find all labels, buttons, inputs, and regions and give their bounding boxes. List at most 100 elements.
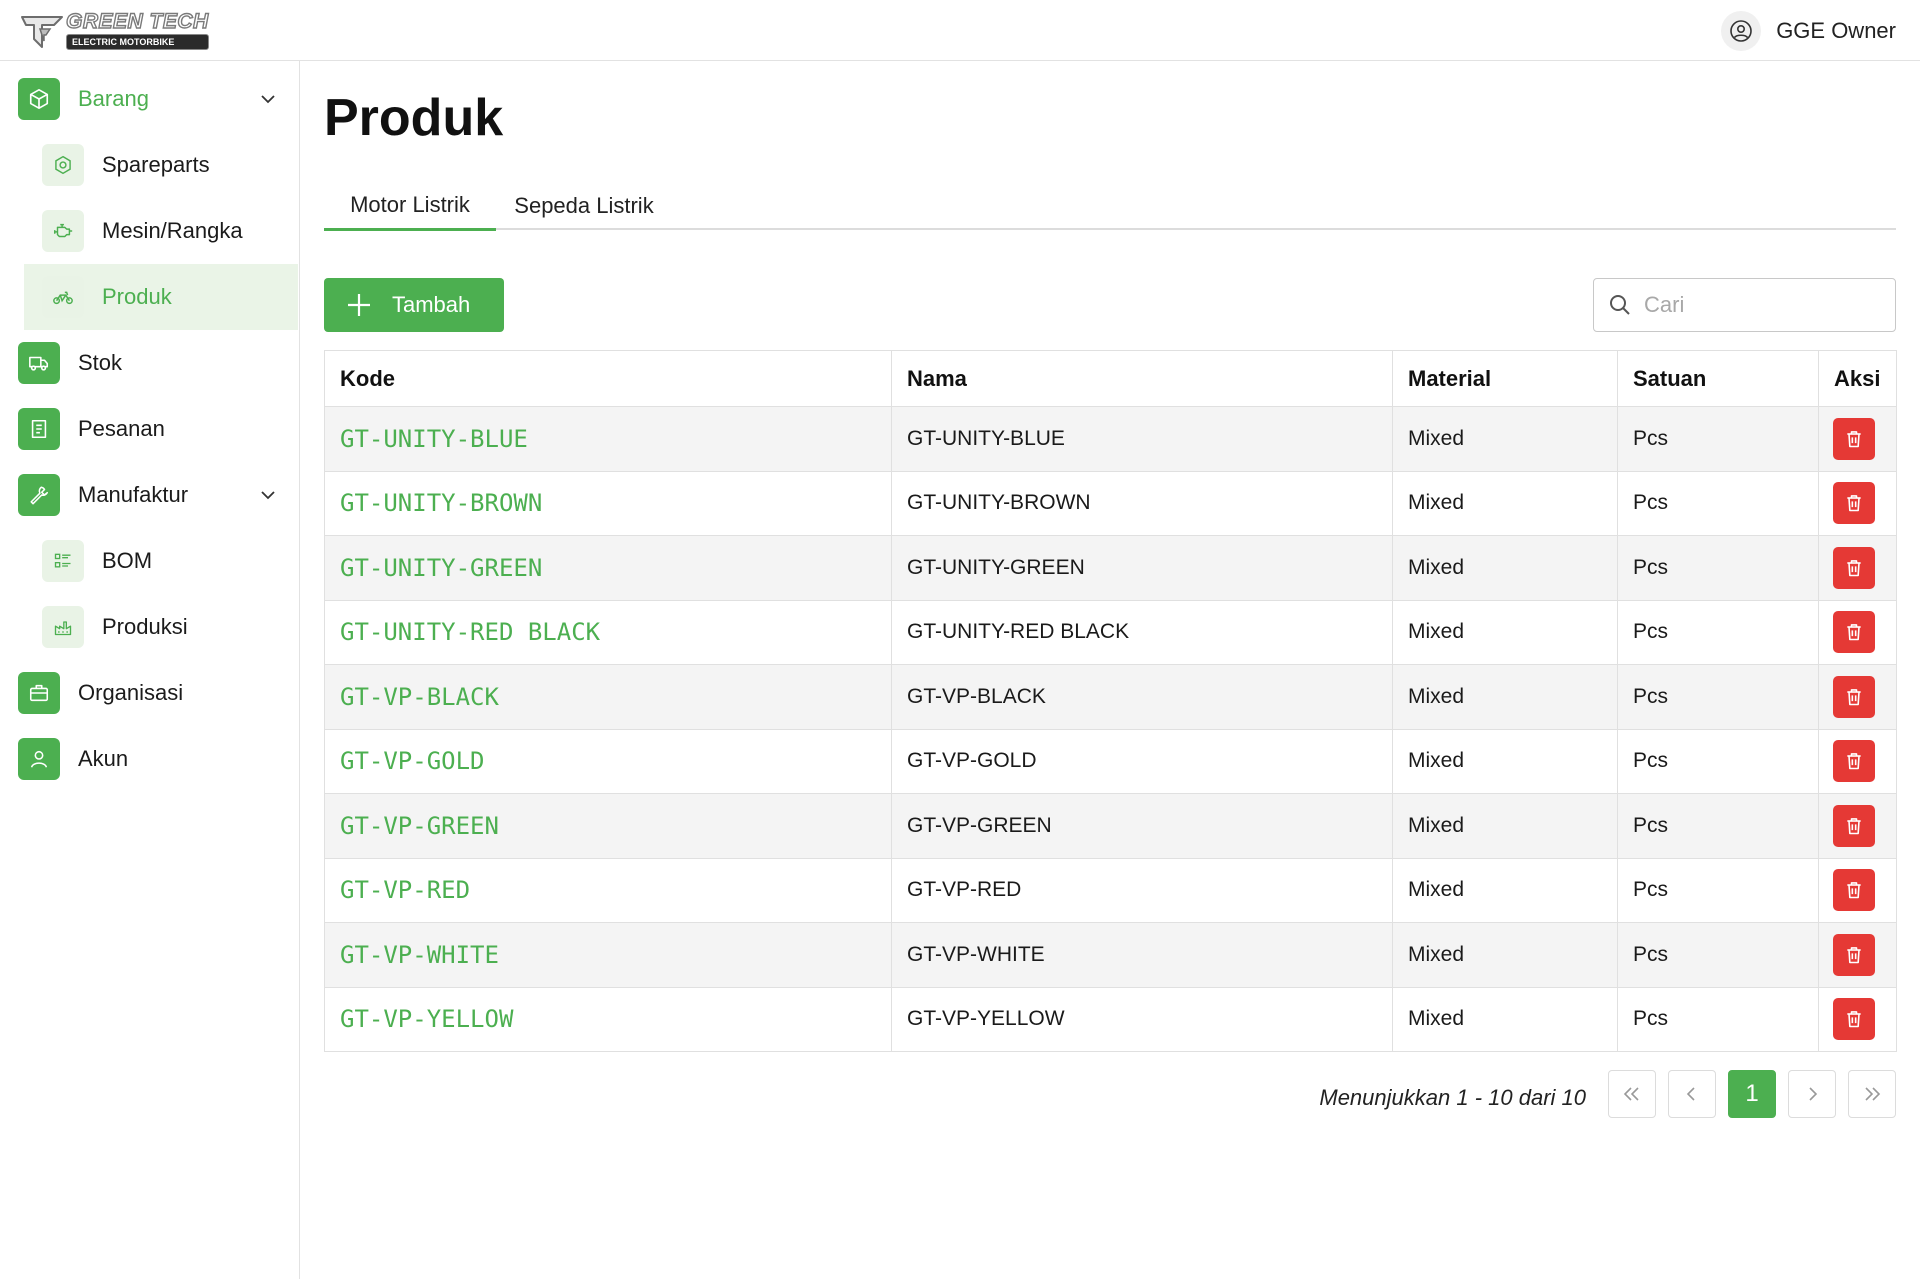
delete-button[interactable]	[1833, 869, 1875, 912]
logo-title: GREEN TECH	[65, 10, 209, 33]
cell-nama: GT-VP-GOLD	[891, 728, 1393, 794]
product-code-link[interactable]: GT-VP-GREEN	[340, 812, 499, 840]
tab-motor-listrik[interactable]: Motor Listrik	[324, 182, 496, 231]
product-code-link[interactable]: GT-UNITY-GREEN	[340, 554, 542, 582]
sidebar-item-akun[interactable]: Akun	[0, 726, 298, 792]
sidebar-item-organisasi[interactable]: Organisasi	[0, 660, 298, 726]
cell-kode: GT-UNITY-RED BLACK	[324, 599, 892, 665]
chevron-down-icon[interactable]	[258, 485, 278, 505]
trash-icon	[1844, 751, 1864, 771]
cell-kode: GT-VP-WHITE	[324, 922, 892, 988]
sidebar-item-stok[interactable]: Stok	[0, 330, 298, 396]
sidebar-item-bom[interactable]: BOM	[24, 528, 298, 594]
sidebar-item-manufaktur[interactable]: Manufaktur	[0, 462, 298, 528]
prev-page-button[interactable]	[1668, 1070, 1716, 1118]
delete-button[interactable]	[1833, 998, 1875, 1041]
sidebar-item-label: BOM	[102, 548, 153, 573]
sidebar-item-spareparts[interactable]: Spareparts	[24, 132, 298, 198]
cell-satuan: Pcs	[1617, 406, 1819, 472]
cell-aksi	[1818, 986, 1897, 1052]
trash-icon	[1844, 880, 1864, 900]
cell-nama: GT-UNITY-GREEN	[891, 535, 1393, 601]
sidebar-item-mesin-rangka[interactable]: Mesin/Rangka	[24, 198, 298, 264]
delete-button[interactable]	[1833, 482, 1875, 525]
cell-satuan: Pcs	[1617, 728, 1819, 794]
table-row: GT-VP-WHITE GT-VP-WHITE Mixed Pcs	[324, 922, 1897, 988]
delete-button[interactable]	[1833, 740, 1875, 783]
search-box[interactable]	[1593, 278, 1896, 332]
trash-icon	[1844, 429, 1864, 449]
sidebar: Barang Spareparts Mesin/Rangka Produk St…	[0, 61, 300, 1279]
cell-satuan: Pcs	[1617, 664, 1819, 730]
logo-subtitle: ELECTRIC MOTORBIKE	[66, 34, 209, 50]
delete-button[interactable]	[1833, 546, 1875, 589]
add-button[interactable]: Tambah	[324, 278, 504, 332]
cell-nama: GT-UNITY-BROWN	[891, 470, 1393, 536]
pagination-info: Menunjukkan 1 - 10 dari 10	[1319, 1085, 1586, 1110]
column-header-aksi: Aksi	[1818, 350, 1897, 407]
cell-satuan: Pcs	[1617, 986, 1819, 1052]
cell-material: Mixed	[1392, 922, 1618, 988]
last-page-button[interactable]	[1848, 1070, 1896, 1118]
cell-kode: GT-UNITY-GREEN	[324, 535, 892, 601]
next-page-button[interactable]	[1788, 1070, 1836, 1118]
first-page-button[interactable]	[1608, 1070, 1656, 1118]
sidebar-item-barang[interactable]: Barang	[0, 66, 298, 132]
cell-satuan: Pcs	[1617, 599, 1819, 665]
chevron-down-icon[interactable]	[258, 89, 278, 109]
tab-sepeda-listrik[interactable]: Sepeda Listrik	[496, 182, 672, 230]
product-code-link[interactable]: GT-VP-BLACK	[340, 683, 499, 711]
cell-material: Mixed	[1392, 793, 1618, 859]
cell-nama: GT-VP-BLACK	[891, 664, 1393, 730]
table-row: GT-UNITY-BLUE GT-UNITY-BLUE Mixed Pcs	[324, 406, 1897, 472]
search-icon	[1610, 295, 1630, 315]
delete-button[interactable]	[1833, 675, 1875, 718]
user-name[interactable]: GGE Owner	[1776, 18, 1896, 44]
page-button-current[interactable]: 1	[1728, 1070, 1776, 1118]
table-row: GT-UNITY-GREEN GT-UNITY-GREEN Mixed Pcs	[324, 535, 1897, 601]
cell-aksi	[1818, 664, 1897, 730]
gear-icon	[42, 144, 84, 186]
cell-aksi	[1818, 857, 1897, 923]
column-header-material: Material	[1392, 350, 1618, 407]
product-code-link[interactable]: GT-UNITY-RED BLACK	[340, 618, 600, 646]
sidebar-item-produksi[interactable]: Produksi	[24, 594, 298, 660]
cell-satuan: Pcs	[1617, 793, 1819, 859]
cell-material: Mixed	[1392, 599, 1618, 665]
product-code-link[interactable]: GT-VP-RED	[340, 876, 470, 904]
delete-button[interactable]	[1833, 611, 1875, 654]
cell-material: Mixed	[1392, 406, 1618, 472]
logo[interactable]: GREEN TECH ELECTRIC MOTORBIKE	[20, 10, 209, 52]
cell-kode: GT-UNITY-BROWN	[324, 470, 892, 536]
cell-aksi	[1818, 406, 1897, 472]
cell-aksi	[1818, 599, 1897, 665]
product-code-link[interactable]: GT-VP-YELLOW	[340, 1005, 513, 1033]
sidebar-item-produk[interactable]: Produk	[24, 264, 298, 330]
product-code-link[interactable]: GT-VP-GOLD	[340, 747, 485, 775]
receipt-icon	[18, 408, 60, 450]
cell-aksi	[1818, 922, 1897, 988]
cell-material: Mixed	[1392, 664, 1618, 730]
products-table: Kode Nama Material Satuan Aksi GT-UNITY-…	[324, 350, 1897, 1052]
cell-material: Mixed	[1392, 535, 1618, 601]
motorbike-icon	[42, 276, 84, 318]
delete-button[interactable]	[1833, 417, 1875, 460]
list-icon	[42, 540, 84, 582]
cell-kode: GT-VP-BLACK	[324, 664, 892, 730]
delete-button[interactable]	[1833, 804, 1875, 847]
search-input[interactable]	[1644, 292, 1884, 318]
logo-mark-icon	[21, 16, 63, 48]
cell-nama: GT-VP-RED	[891, 857, 1393, 923]
avatar[interactable]	[1721, 11, 1762, 51]
sidebar-item-pesanan[interactable]: Pesanan	[0, 396, 298, 462]
product-code-link[interactable]: GT-VP-WHITE	[340, 941, 499, 969]
trash-icon	[1844, 945, 1864, 965]
cell-kode: GT-VP-YELLOW	[324, 986, 892, 1052]
user-menu[interactable]: GGE Owner	[1721, 11, 1896, 51]
cell-kode: GT-VP-GOLD	[324, 728, 892, 794]
delete-button[interactable]	[1833, 933, 1875, 976]
product-code-link[interactable]: GT-UNITY-BROWN	[340, 489, 542, 517]
product-code-link[interactable]: GT-UNITY-BLUE	[340, 425, 528, 453]
sidebar-item-label: Organisasi	[78, 680, 184, 705]
trash-icon	[1844, 1009, 1864, 1029]
